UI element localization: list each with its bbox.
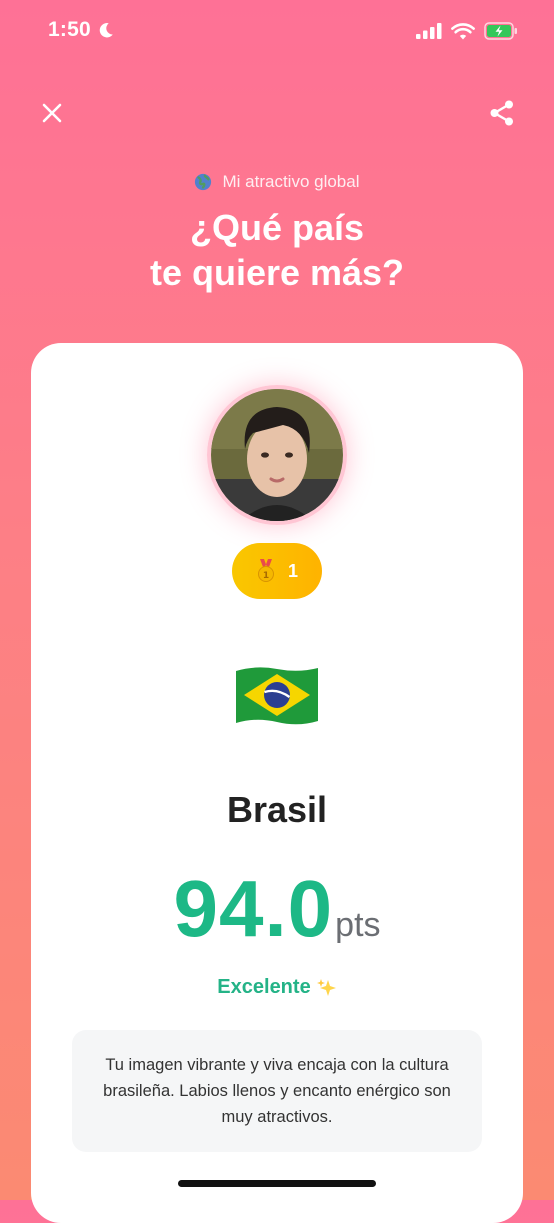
brazil-flag: [236, 667, 318, 725]
time-label: 1:50: [48, 18, 91, 41]
rank-badge: 1 1: [232, 543, 322, 599]
sparkles-icon: [316, 978, 336, 996]
home-indicator[interactable]: [178, 1180, 376, 1187]
avatar-photo: [211, 389, 343, 521]
result-card: 1 1 Brasil 94.0pts Excelente Tu imagen v…: [31, 343, 523, 1223]
globe-icon: [195, 173, 212, 191]
description-text: Tu imagen vibrante y viva encaja con la …: [103, 1056, 451, 1126]
signal-icon: [416, 23, 442, 39]
title-line-1: ¿Qué país: [189, 207, 365, 248]
wifi-icon: [451, 22, 475, 39]
score: 94.0pts: [31, 863, 523, 955]
status-time: 1:50: [48, 18, 115, 42]
share-button[interactable]: [482, 93, 522, 133]
close-icon: [42, 103, 62, 123]
score-unit: pts: [335, 906, 381, 944]
rating: Excelente: [31, 976, 523, 999]
rating-label: Excelente: [217, 976, 311, 998]
subtitle-text: Mi atractivo global: [222, 172, 360, 191]
page-title: ¿Qué país te quiere más?: [0, 205, 554, 295]
battery-charging-icon: [484, 22, 517, 40]
description-box: Tu imagen vibrante y viva encaja con la …: [72, 1030, 482, 1152]
share-icon: [490, 100, 513, 126]
medal-icon: 1: [257, 559, 274, 582]
close-button[interactable]: [32, 93, 72, 133]
status-bar: 1:50: [0, 0, 554, 64]
avatar-frame: [207, 385, 347, 525]
header: Mi atractivo global ¿Qué país te quiere …: [0, 172, 554, 295]
subtitle: Mi atractivo global: [0, 172, 554, 192]
title-line-2: te quiere más?: [149, 252, 405, 293]
score-value: 94.0: [173, 864, 334, 953]
svg-text:1: 1: [263, 571, 269, 581]
avatar: [207, 385, 347, 525]
country-name: Brasil: [226, 789, 328, 830]
rank-number: 1: [287, 560, 298, 581]
status-icons: [416, 22, 518, 40]
moon-icon: [99, 23, 113, 38]
